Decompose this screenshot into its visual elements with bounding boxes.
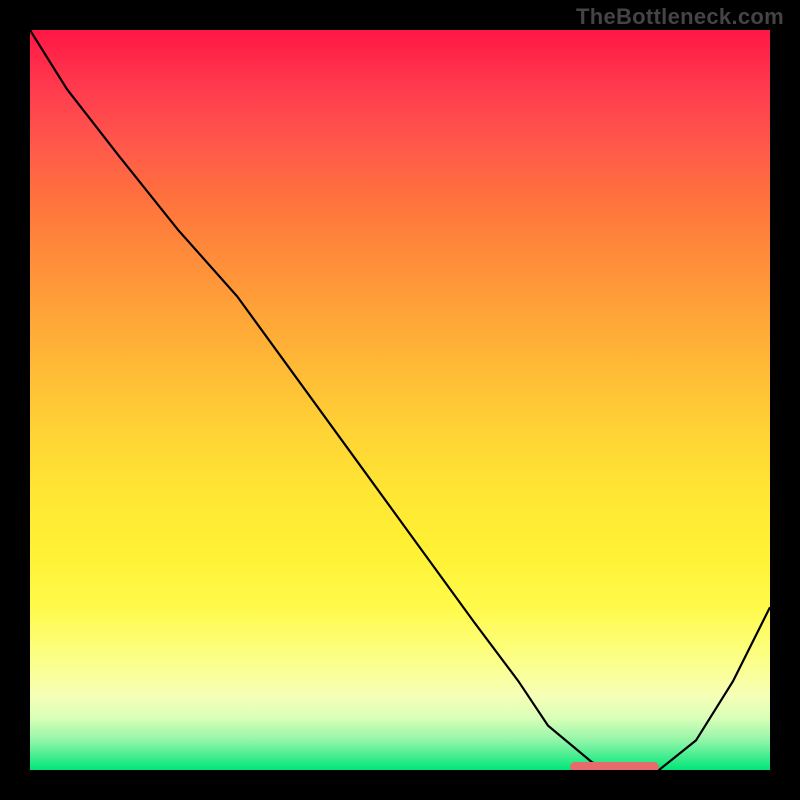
watermark-text: TheBottleneck.com bbox=[576, 4, 784, 30]
bottleneck-curve-line bbox=[30, 30, 770, 770]
curve-path bbox=[30, 30, 770, 770]
optimal-range-marker bbox=[570, 762, 659, 770]
chart-plot-area bbox=[30, 30, 770, 770]
